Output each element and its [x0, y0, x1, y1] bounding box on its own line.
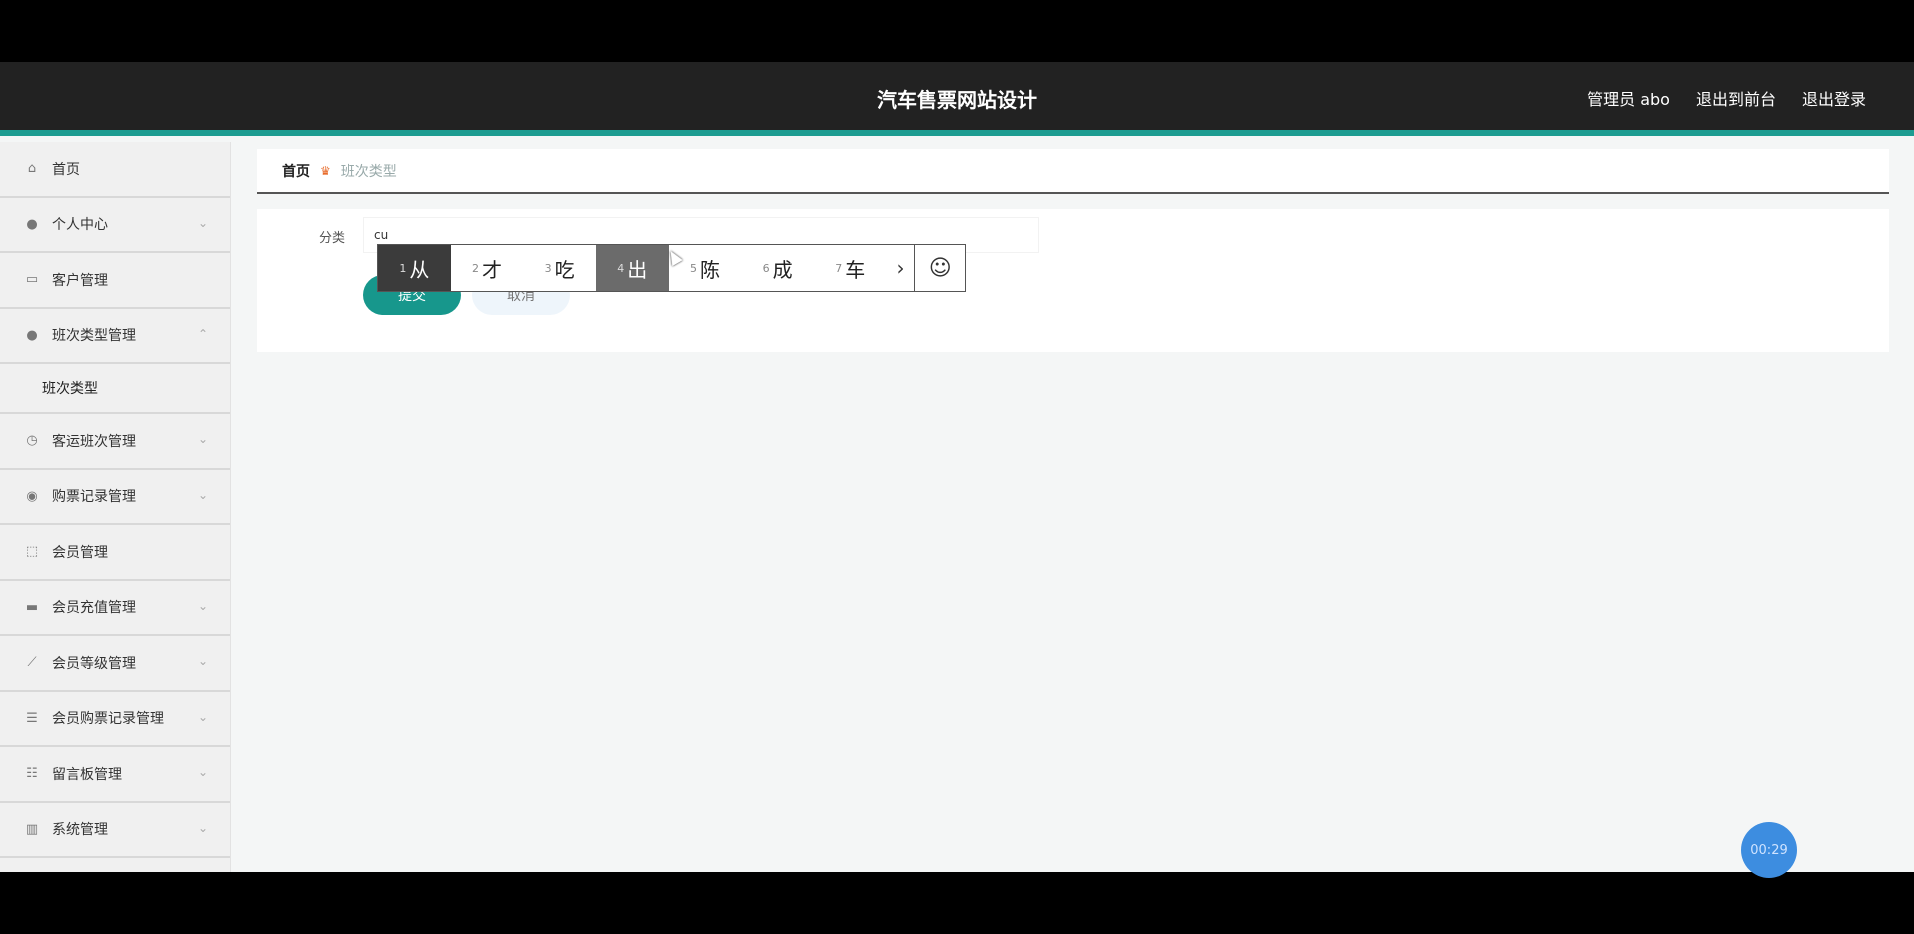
- sidebar-item-member-ticket-records[interactable]: ☰ 会员购票记录管理 ⌄: [0, 692, 230, 747]
- sidebar-item-schedule-type[interactable]: ● 班次类型管理 ⌃: [0, 309, 230, 364]
- ime-candidate-4[interactable]: 4出: [595, 245, 669, 291]
- sidebar-item-home[interactable]: ⌂ 首页: [0, 142, 230, 198]
- admin-user-label[interactable]: 管理员 abo: [1587, 86, 1670, 110]
- breadcrumb: 首页 ♛ 班次类型: [257, 149, 1889, 194]
- breadcrumb-home[interactable]: 首页: [282, 161, 310, 181]
- chevron-down-icon: ⌄: [197, 820, 208, 835]
- chevron-up-icon: ⌃: [197, 326, 208, 341]
- sidebar-item-label: 客户管理: [52, 272, 108, 289]
- sidebar-item-label: 班次类型管理: [52, 328, 136, 345]
- emoji-icon[interactable]: ☺: [915, 245, 965, 291]
- sidebar-item-customer[interactable]: ▭ 客户管理: [0, 253, 230, 309]
- globe-icon: ◉: [26, 488, 38, 504]
- sidebar-item-ticket-records[interactable]: ◉ 购票记录管理 ⌄: [0, 470, 230, 525]
- ime-candidate-6[interactable]: 6成: [741, 245, 814, 291]
- ime-candidate-7[interactable]: 7车: [814, 245, 887, 291]
- chart-icon: ⟋: [27, 655, 37, 671]
- bar-chart-icon: ▥: [25, 821, 39, 837]
- sidebar: ⌂ 首页 ● 个人中心 ⌄ ▭ 客户管理 ● 班次类型管理 ⌃ 班次类型 ◷ 客…: [0, 142, 231, 872]
- chevron-down-icon: ⌄: [197, 654, 208, 668]
- logout-link[interactable]: 退出登录: [1802, 86, 1866, 110]
- sidebar-item-label: 个人中心: [52, 217, 108, 234]
- chevron-down-icon: ⌄: [197, 765, 208, 779]
- ime-candidate-1[interactable]: 1从: [378, 245, 451, 291]
- chevron-down-icon: ⌄: [197, 487, 208, 502]
- main-content: 首页 ♛ 班次类型 分类 cu 提交 取消: [257, 149, 1889, 352]
- sidebar-item-member-level[interactable]: ⟋ 会员等级管理 ⌄: [0, 636, 230, 692]
- crown-icon: ♛: [320, 163, 331, 178]
- sidebar-item-label: 会员等级管理: [52, 655, 136, 672]
- list-icon: ☰: [26, 710, 38, 726]
- ime-candidate-2[interactable]: 2才: [451, 245, 524, 291]
- submenu-item-schedule-type[interactable]: 班次类型: [0, 364, 230, 414]
- ime-candidate-3[interactable]: 3吃: [523, 245, 596, 291]
- sidebar-item-label: 会员购票记录管理: [52, 711, 164, 728]
- sidebar-item-message-board[interactable]: ☷ 留言板管理 ⌄: [0, 747, 230, 803]
- chevron-down-icon: ⌄: [197, 432, 208, 446]
- sidebar-item-system[interactable]: ▥ 系统管理 ⌄: [0, 803, 230, 858]
- app-frame: 汽车售票网站设计 管理员 abo 退出到前台 退出登录 ⌂ 首页 ● 个人中心 …: [0, 62, 1914, 872]
- sidebar-item-passenger-schedule[interactable]: ◷ 客运班次管理 ⌄: [0, 414, 230, 470]
- sidebar-item-member-recharge[interactable]: ▬ 会员充值管理 ⌄: [0, 581, 230, 636]
- sidebar-item-members[interactable]: ⬚ 会员管理: [0, 525, 230, 581]
- dashboard-icon: ◷: [26, 433, 38, 449]
- sidebar-item-label: 会员管理: [52, 544, 108, 561]
- home-icon: ⌂: [27, 161, 37, 177]
- sliders-icon: ☷: [26, 766, 38, 782]
- exit-to-front-link[interactable]: 退出到前台: [1696, 86, 1776, 110]
- breadcrumb-current: 班次类型: [340, 163, 397, 180]
- category-label: 分类: [319, 231, 346, 246]
- sidebar-item-label: 客运班次管理: [52, 433, 136, 450]
- sidebar-item-label: 首页: [52, 161, 80, 178]
- top-header: 汽车售票网站设计 管理员 abo 退出到前台 退出登录: [0, 62, 1914, 136]
- sidebar-item-label: 会员充值管理: [52, 600, 136, 617]
- user-icon: ●: [26, 216, 38, 232]
- timer-badge[interactable]: 00:29: [1741, 822, 1797, 878]
- frame-icon: ⬚: [25, 544, 39, 560]
- chevron-down-icon: ⌄: [197, 709, 208, 724]
- chevron-down-icon: ⌄: [197, 598, 208, 613]
- sidebar-item-label: 购票记录管理: [52, 489, 136, 506]
- chevron-down-icon: ⌄: [197, 215, 208, 230]
- sidebar-item-label: 留言板管理: [52, 766, 122, 783]
- sidebar-item-personal-center[interactable]: ● 个人中心 ⌄: [0, 198, 230, 253]
- header-links: 管理员 abo 退出到前台 退出登录: [1587, 86, 1866, 110]
- grid-icon: ▭: [25, 272, 39, 288]
- user-icon: ●: [26, 327, 38, 343]
- ime-candidate-5[interactable]: 5陈: [669, 245, 742, 291]
- sidebar-item-label: 系统管理: [52, 822, 108, 839]
- chevron-right-icon[interactable]: ›: [887, 245, 916, 291]
- card-icon: ▬: [25, 599, 39, 615]
